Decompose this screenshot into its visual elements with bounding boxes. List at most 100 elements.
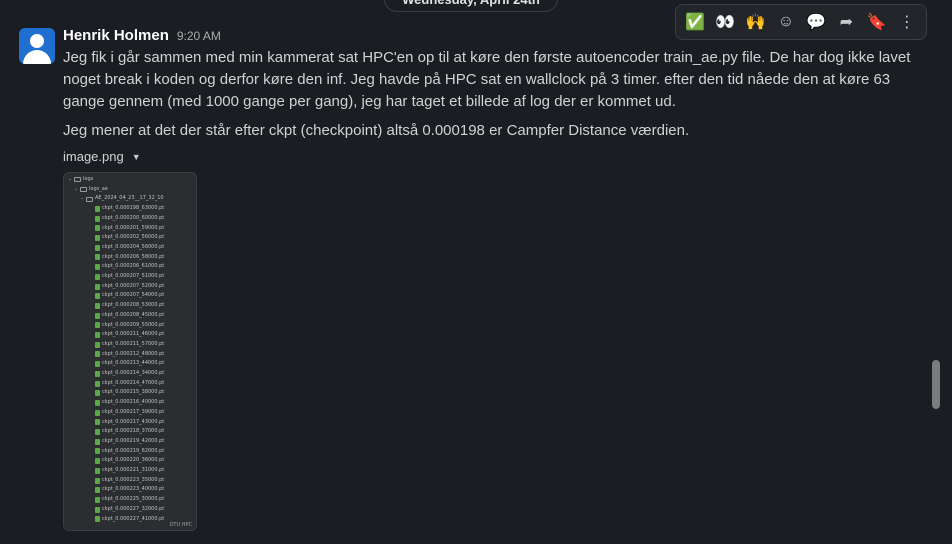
tree-file-label: ckpt_0.000220_36000.pt	[102, 457, 165, 464]
tree-file-row: ckpt_0.000217_43000.pt	[95, 418, 164, 428]
tree-file-row: ckpt_0.000211_57000.pt	[95, 340, 164, 350]
file-icon	[95, 361, 100, 368]
tree-file-label: ckpt_0.000227_41000.pt	[102, 515, 165, 522]
file-icon	[95, 438, 100, 445]
tree-sub-label: logs_ae	[89, 185, 108, 192]
tree-file-label: ckpt_0.000219_42000.pt	[102, 437, 165, 444]
tree-file-label: ckpt_0.000207_54000.pt	[102, 292, 165, 299]
file-icon	[95, 506, 100, 513]
message-timestamp[interactable]: 9:20 AM	[177, 29, 221, 43]
file-icon	[95, 332, 100, 339]
message-header: Henrik Holmen 9:20 AM	[63, 27, 221, 44]
file-icon	[95, 225, 100, 232]
tree-file-row: ckpt_0.000204_56000.pt	[95, 243, 164, 253]
file-icon	[95, 458, 100, 465]
tree-file-row: ckpt_0.000214_47000.pt	[95, 379, 164, 389]
tree-file-row: ckpt_0.000223_35000.pt	[95, 476, 164, 486]
tree-file-row: ckpt_0.000200_60000.pt	[95, 214, 164, 224]
message-actions-toolbar: ✅ 👀 🙌 ☺ 💬 ➦ 🔖 ⋮	[675, 4, 927, 40]
bookmark-icon[interactable]: 🔖	[862, 7, 892, 37]
author-name[interactable]: Henrik Holmen	[63, 27, 169, 44]
tree-file-label: ckpt_0.000209_55000.pt	[102, 321, 165, 328]
raised-hands-reaction-icon[interactable]: 🙌	[741, 7, 771, 37]
tree-file-row: ckpt_0.000225_30000.pt	[95, 495, 164, 505]
scrollbar-thumb[interactable]	[932, 360, 940, 409]
file-icon	[95, 516, 100, 523]
image-watermark: DTU HPC	[169, 522, 192, 528]
tree-file-label: ckpt_0.000206_58000.pt	[102, 253, 165, 260]
tree-file-label: ckpt_0.000213_44000.pt	[102, 360, 165, 367]
avatar[interactable]	[19, 28, 55, 64]
avatar-head	[30, 34, 44, 48]
folder-icon	[80, 187, 87, 193]
tree-file-label: ckpt_0.000227_32000.pt	[102, 505, 165, 512]
tree-file-row: ckpt_0.000215_38000.pt	[95, 388, 164, 398]
attachment-image[interactable]: ⌄ logs ⌄ logs_ae ⌄ AE_2024_04_23__17_32_…	[63, 172, 197, 531]
file-icon	[95, 496, 100, 503]
message-paragraph-2: Jeg mener at det der står efter ckpt (ch…	[63, 122, 690, 139]
tree-file-label: ckpt_0.000223_35000.pt	[102, 476, 165, 483]
tree-file-row: ckpt_0.000221_31000.pt	[95, 466, 164, 476]
tree-file-row: ckpt_0.000223_40000.pt	[95, 485, 164, 495]
tree-sub-row: ⌄ logs_ae	[74, 185, 108, 195]
file-icon	[95, 409, 100, 416]
tree-file-label: ckpt_0.000201_59000.pt	[102, 224, 165, 231]
file-icon	[95, 312, 100, 319]
tree-file-row: ckpt_0.000220_36000.pt	[95, 456, 164, 466]
tree-file-label: ckpt_0.000198_63000.pt	[102, 205, 165, 212]
tree-file-label: ckpt_0.000208_53000.pt	[102, 302, 165, 309]
file-icon	[95, 302, 100, 309]
tree-file-row: ckpt_0.000201_59000.pt	[95, 224, 164, 234]
file-icon	[95, 448, 100, 455]
attachment-header[interactable]: image.png ▼	[63, 149, 141, 164]
file-icon	[95, 215, 100, 222]
tree-file-label: ckpt_0.000218_37000.pt	[102, 428, 165, 435]
reply-thread-icon[interactable]: 💬	[801, 7, 831, 37]
tree-file-row: ckpt_0.000211_46000.pt	[95, 330, 164, 340]
file-icon	[95, 322, 100, 329]
tree-file-row: ckpt_0.000212_48000.pt	[95, 350, 164, 360]
tree-file-label: ckpt_0.000217_43000.pt	[102, 418, 165, 425]
file-icon	[95, 254, 100, 261]
file-icon	[95, 390, 100, 397]
attachment-filename: image.png	[63, 149, 124, 164]
tree-file-row: ckpt_0.000208_53000.pt	[95, 301, 164, 311]
tree-file-row: ckpt_0.000219_62000.pt	[95, 447, 164, 457]
tree-file-row: ckpt_0.000207_52000.pt	[95, 282, 164, 292]
tree-file-row: ckpt_0.000202_56000.pt	[95, 233, 164, 243]
tree-file-label: ckpt_0.000225_30000.pt	[102, 496, 165, 503]
tree-file-row: ckpt_0.000208_45000.pt	[95, 311, 164, 321]
message-paragraph-1: Jeg fik i går sammen med min kammerat sa…	[63, 49, 911, 110]
date-divider[interactable]: Wednesday, April 24th	[384, 0, 558, 12]
tree-file-label: ckpt_0.000202_56000.pt	[102, 234, 165, 241]
tree-file-label: ckpt_0.000219_62000.pt	[102, 447, 165, 454]
file-icon	[95, 419, 100, 426]
tree-file-row: ckpt_0.000227_41000.pt	[95, 515, 164, 525]
tree-file-label: ckpt_0.000217_39000.pt	[102, 408, 165, 415]
file-icon	[95, 235, 100, 242]
folder-icon	[74, 177, 81, 183]
tree-file-row: ckpt_0.000198_63000.pt	[95, 204, 164, 214]
tree-file-label: ckpt_0.000214_34000.pt	[102, 370, 165, 376]
forward-icon[interactable]: ➦	[831, 7, 861, 37]
file-icon	[95, 429, 100, 436]
tree-file-label: ckpt_0.000207_51000.pt	[102, 273, 165, 279]
file-icon	[95, 293, 100, 300]
tree-file-row: ckpt_0.000219_42000.pt	[95, 437, 164, 447]
tree-file-row: ckpt_0.000216_40000.pt	[95, 398, 164, 408]
tree-file-label: ckpt_0.000223_40000.pt	[102, 486, 165, 493]
eyes-reaction-icon[interactable]: 👀	[710, 7, 740, 37]
file-icon	[95, 370, 100, 377]
add-reaction-icon[interactable]: ☺	[771, 7, 801, 37]
more-actions-icon[interactable]: ⋮	[892, 7, 922, 37]
file-icon	[95, 477, 100, 484]
check-reaction-icon[interactable]: ✅	[680, 7, 710, 37]
file-icon	[95, 244, 100, 251]
file-icon	[95, 264, 100, 271]
file-icon	[95, 399, 100, 406]
tree-root-row: ⌄ logs	[68, 175, 93, 185]
file-icon	[95, 283, 100, 290]
file-icon	[95, 341, 100, 348]
chevron-down-icon[interactable]: ▼	[132, 152, 141, 162]
tree-file-row: ckpt_0.000207_51000.pt	[95, 272, 164, 282]
